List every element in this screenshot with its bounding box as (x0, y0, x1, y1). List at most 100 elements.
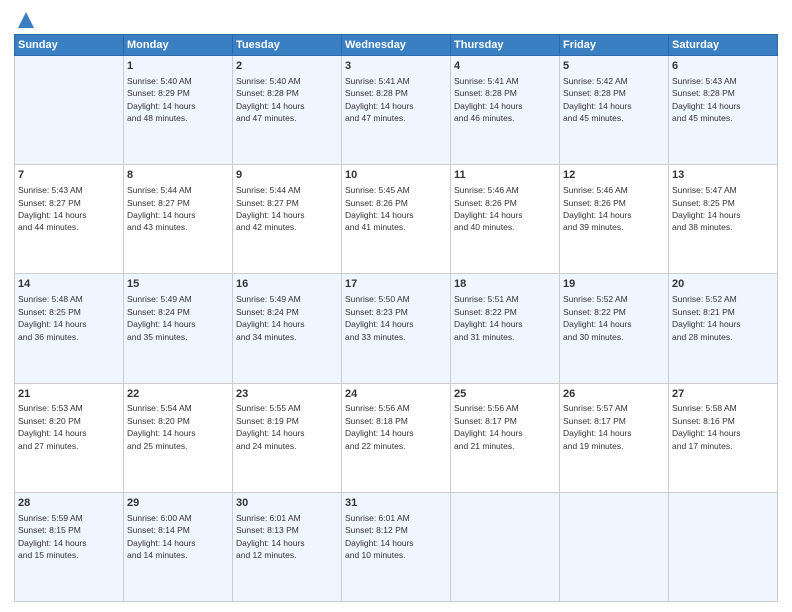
day-info: Sunrise: 5:54 AMSunset: 8:20 PMDaylight:… (127, 403, 196, 450)
day-cell: 12 Sunrise: 5:46 AMSunset: 8:26 PMDayligh… (560, 165, 669, 274)
header-row: SundayMondayTuesdayWednesdayThursdayFrid… (15, 35, 778, 56)
day-info: Sunrise: 5:48 AMSunset: 8:25 PMDaylight:… (18, 294, 87, 341)
day-number: 17 (345, 277, 447, 292)
col-header-sunday: Sunday (15, 35, 124, 56)
day-cell: 2 Sunrise: 5:40 AMSunset: 8:28 PMDaylight… (233, 56, 342, 165)
day-cell: 11 Sunrise: 5:46 AMSunset: 8:26 PMDayligh… (451, 165, 560, 274)
day-info: Sunrise: 5:52 AMSunset: 8:21 PMDaylight:… (672, 294, 741, 341)
day-info: Sunrise: 5:46 AMSunset: 8:26 PMDaylight:… (454, 185, 523, 232)
day-cell: 29 Sunrise: 6:00 AMSunset: 8:14 PMDayligh… (124, 492, 233, 601)
day-cell: 3Sunrise: 5:41 AMSunset: 8:28 PMDaylight… (342, 56, 451, 165)
day-cell: 15 Sunrise: 5:49 AMSunset: 8:24 PMDayligh… (124, 274, 233, 383)
week-row-3: 14 Sunrise: 5:48 AMSunset: 8:25 PMDayligh… (15, 274, 778, 383)
week-row-5: 28 Sunrise: 5:59 AMSunset: 8:15 PMDayligh… (15, 492, 778, 601)
day-number: 15 (127, 277, 229, 292)
day-info: Sunrise: 5:49 AMSunset: 8:24 PMDaylight:… (127, 294, 196, 341)
day-cell: 13 Sunrise: 5:47 AMSunset: 8:25 PMDayligh… (669, 165, 778, 274)
day-info: Sunrise: 5:50 AMSunset: 8:23 PMDaylight:… (345, 294, 414, 341)
col-header-friday: Friday (560, 35, 669, 56)
day-info: Sunrise: 5:41 AMSunset: 8:28 PMDaylight:… (345, 76, 414, 123)
day-number: 14 (18, 277, 120, 292)
day-info: Sunrise: 5:56 AMSunset: 8:18 PMDaylight:… (345, 403, 414, 450)
day-info: Sunrise: 5:40 AMSunset: 8:28 PMDaylight:… (236, 76, 305, 123)
day-info: Sunrise: 6:00 AMSunset: 8:14 PMDaylight:… (127, 513, 196, 560)
logo (14, 10, 36, 26)
day-info: Sunrise: 5:46 AMSunset: 8:26 PMDaylight:… (563, 185, 632, 232)
day-cell: 18Sunrise: 5:51 AMSunset: 8:22 PMDayligh… (451, 274, 560, 383)
col-header-saturday: Saturday (669, 35, 778, 56)
day-cell (15, 56, 124, 165)
logo-icon (16, 10, 36, 30)
day-number: 20 (672, 277, 774, 292)
day-cell: 28 Sunrise: 5:59 AMSunset: 8:15 PMDayligh… (15, 492, 124, 601)
day-number: 30 (236, 496, 338, 511)
day-info: Sunrise: 5:55 AMSunset: 8:19 PMDaylight:… (236, 403, 305, 450)
day-info: Sunrise: 5:42 AMSunset: 8:28 PMDaylight:… (563, 76, 632, 123)
page: SundayMondayTuesdayWednesdayThursdayFrid… (0, 0, 792, 612)
day-number: 31 (345, 496, 447, 511)
week-row-1: 1Sunrise: 5:40 AMSunset: 8:29 PMDaylight… (15, 56, 778, 165)
day-cell: 4 Sunrise: 5:41 AMSunset: 8:28 PMDaylight… (451, 56, 560, 165)
day-number: 13 (672, 168, 774, 183)
day-number: 28 (18, 496, 120, 511)
day-info: Sunrise: 5:47 AMSunset: 8:25 PMDaylight:… (672, 185, 741, 232)
day-number: 19 (563, 277, 665, 292)
day-info: Sunrise: 5:43 AMSunset: 8:28 PMDaylight:… (672, 76, 741, 123)
day-info: Sunrise: 5:59 AMSunset: 8:15 PMDaylight:… (18, 513, 87, 560)
day-cell (560, 492, 669, 601)
day-number: 12 (563, 168, 665, 183)
day-number: 8 (127, 168, 229, 183)
day-number: 21 (18, 387, 120, 402)
day-cell: 24Sunrise: 5:56 AMSunset: 8:18 PMDayligh… (342, 383, 451, 492)
day-cell: 14 Sunrise: 5:48 AMSunset: 8:25 PMDayligh… (15, 274, 124, 383)
day-cell (669, 492, 778, 601)
day-cell: 22Sunrise: 5:54 AMSunset: 8:20 PMDayligh… (124, 383, 233, 492)
day-info: Sunrise: 6:01 AMSunset: 8:13 PMDaylight:… (236, 513, 305, 560)
day-number: 16 (236, 277, 338, 292)
day-cell (451, 492, 560, 601)
col-header-wednesday: Wednesday (342, 35, 451, 56)
col-header-tuesday: Tuesday (233, 35, 342, 56)
day-cell: 16Sunrise: 5:49 AMSunset: 8:24 PMDayligh… (233, 274, 342, 383)
day-cell: 8 Sunrise: 5:44 AMSunset: 8:27 PMDaylight… (124, 165, 233, 274)
day-info: Sunrise: 5:58 AMSunset: 8:16 PMDaylight:… (672, 403, 741, 450)
day-info: Sunrise: 5:44 AMSunset: 8:27 PMDaylight:… (236, 185, 305, 232)
day-cell: 23Sunrise: 5:55 AMSunset: 8:19 PMDayligh… (233, 383, 342, 492)
col-header-thursday: Thursday (451, 35, 560, 56)
day-cell: 6 Sunrise: 5:43 AMSunset: 8:28 PMDaylight… (669, 56, 778, 165)
day-number: 11 (454, 168, 556, 183)
day-cell: 7Sunrise: 5:43 AMSunset: 8:27 PMDaylight… (15, 165, 124, 274)
day-info: Sunrise: 5:43 AMSunset: 8:27 PMDaylight:… (18, 185, 87, 232)
day-info: Sunrise: 5:56 AMSunset: 8:17 PMDaylight:… (454, 403, 523, 450)
day-number: 2 (236, 59, 338, 74)
day-cell: 31 Sunrise: 6:01 AMSunset: 8:12 PMDayligh… (342, 492, 451, 601)
day-number: 26 (563, 387, 665, 402)
day-info: Sunrise: 5:45 AMSunset: 8:26 PMDaylight:… (345, 185, 414, 232)
day-info: Sunrise: 5:51 AMSunset: 8:22 PMDaylight:… (454, 294, 523, 341)
day-number: 24 (345, 387, 447, 402)
day-number: 4 (454, 59, 556, 74)
day-cell: 1Sunrise: 5:40 AMSunset: 8:29 PMDaylight… (124, 56, 233, 165)
day-cell: 17 Sunrise: 5:50 AMSunset: 8:23 PMDayligh… (342, 274, 451, 383)
day-info: Sunrise: 5:44 AMSunset: 8:27 PMDaylight:… (127, 185, 196, 232)
day-number: 5 (563, 59, 665, 74)
day-cell: 10 Sunrise: 5:45 AMSunset: 8:26 PMDayligh… (342, 165, 451, 274)
day-cell: 9 Sunrise: 5:44 AMSunset: 8:27 PMDaylight… (233, 165, 342, 274)
col-header-monday: Monday (124, 35, 233, 56)
day-cell: 20 Sunrise: 5:52 AMSunset: 8:21 PMDayligh… (669, 274, 778, 383)
day-number: 10 (345, 168, 447, 183)
day-number: 29 (127, 496, 229, 511)
day-number: 1 (127, 59, 229, 74)
day-cell: 5 Sunrise: 5:42 AMSunset: 8:28 PMDaylight… (560, 56, 669, 165)
day-info: Sunrise: 5:57 AMSunset: 8:17 PMDaylight:… (563, 403, 632, 450)
day-info: Sunrise: 5:41 AMSunset: 8:28 PMDaylight:… (454, 76, 523, 123)
day-info: Sunrise: 6:01 AMSunset: 8:12 PMDaylight:… (345, 513, 414, 560)
logo-text (14, 10, 36, 30)
day-number: 9 (236, 168, 338, 183)
day-info: Sunrise: 5:53 AMSunset: 8:20 PMDaylight:… (18, 403, 87, 450)
week-row-2: 7Sunrise: 5:43 AMSunset: 8:27 PMDaylight… (15, 165, 778, 274)
day-cell: 26Sunrise: 5:57 AMSunset: 8:17 PMDayligh… (560, 383, 669, 492)
day-number: 23 (236, 387, 338, 402)
day-number: 6 (672, 59, 774, 74)
day-cell: 27Sunrise: 5:58 AMSunset: 8:16 PMDayligh… (669, 383, 778, 492)
